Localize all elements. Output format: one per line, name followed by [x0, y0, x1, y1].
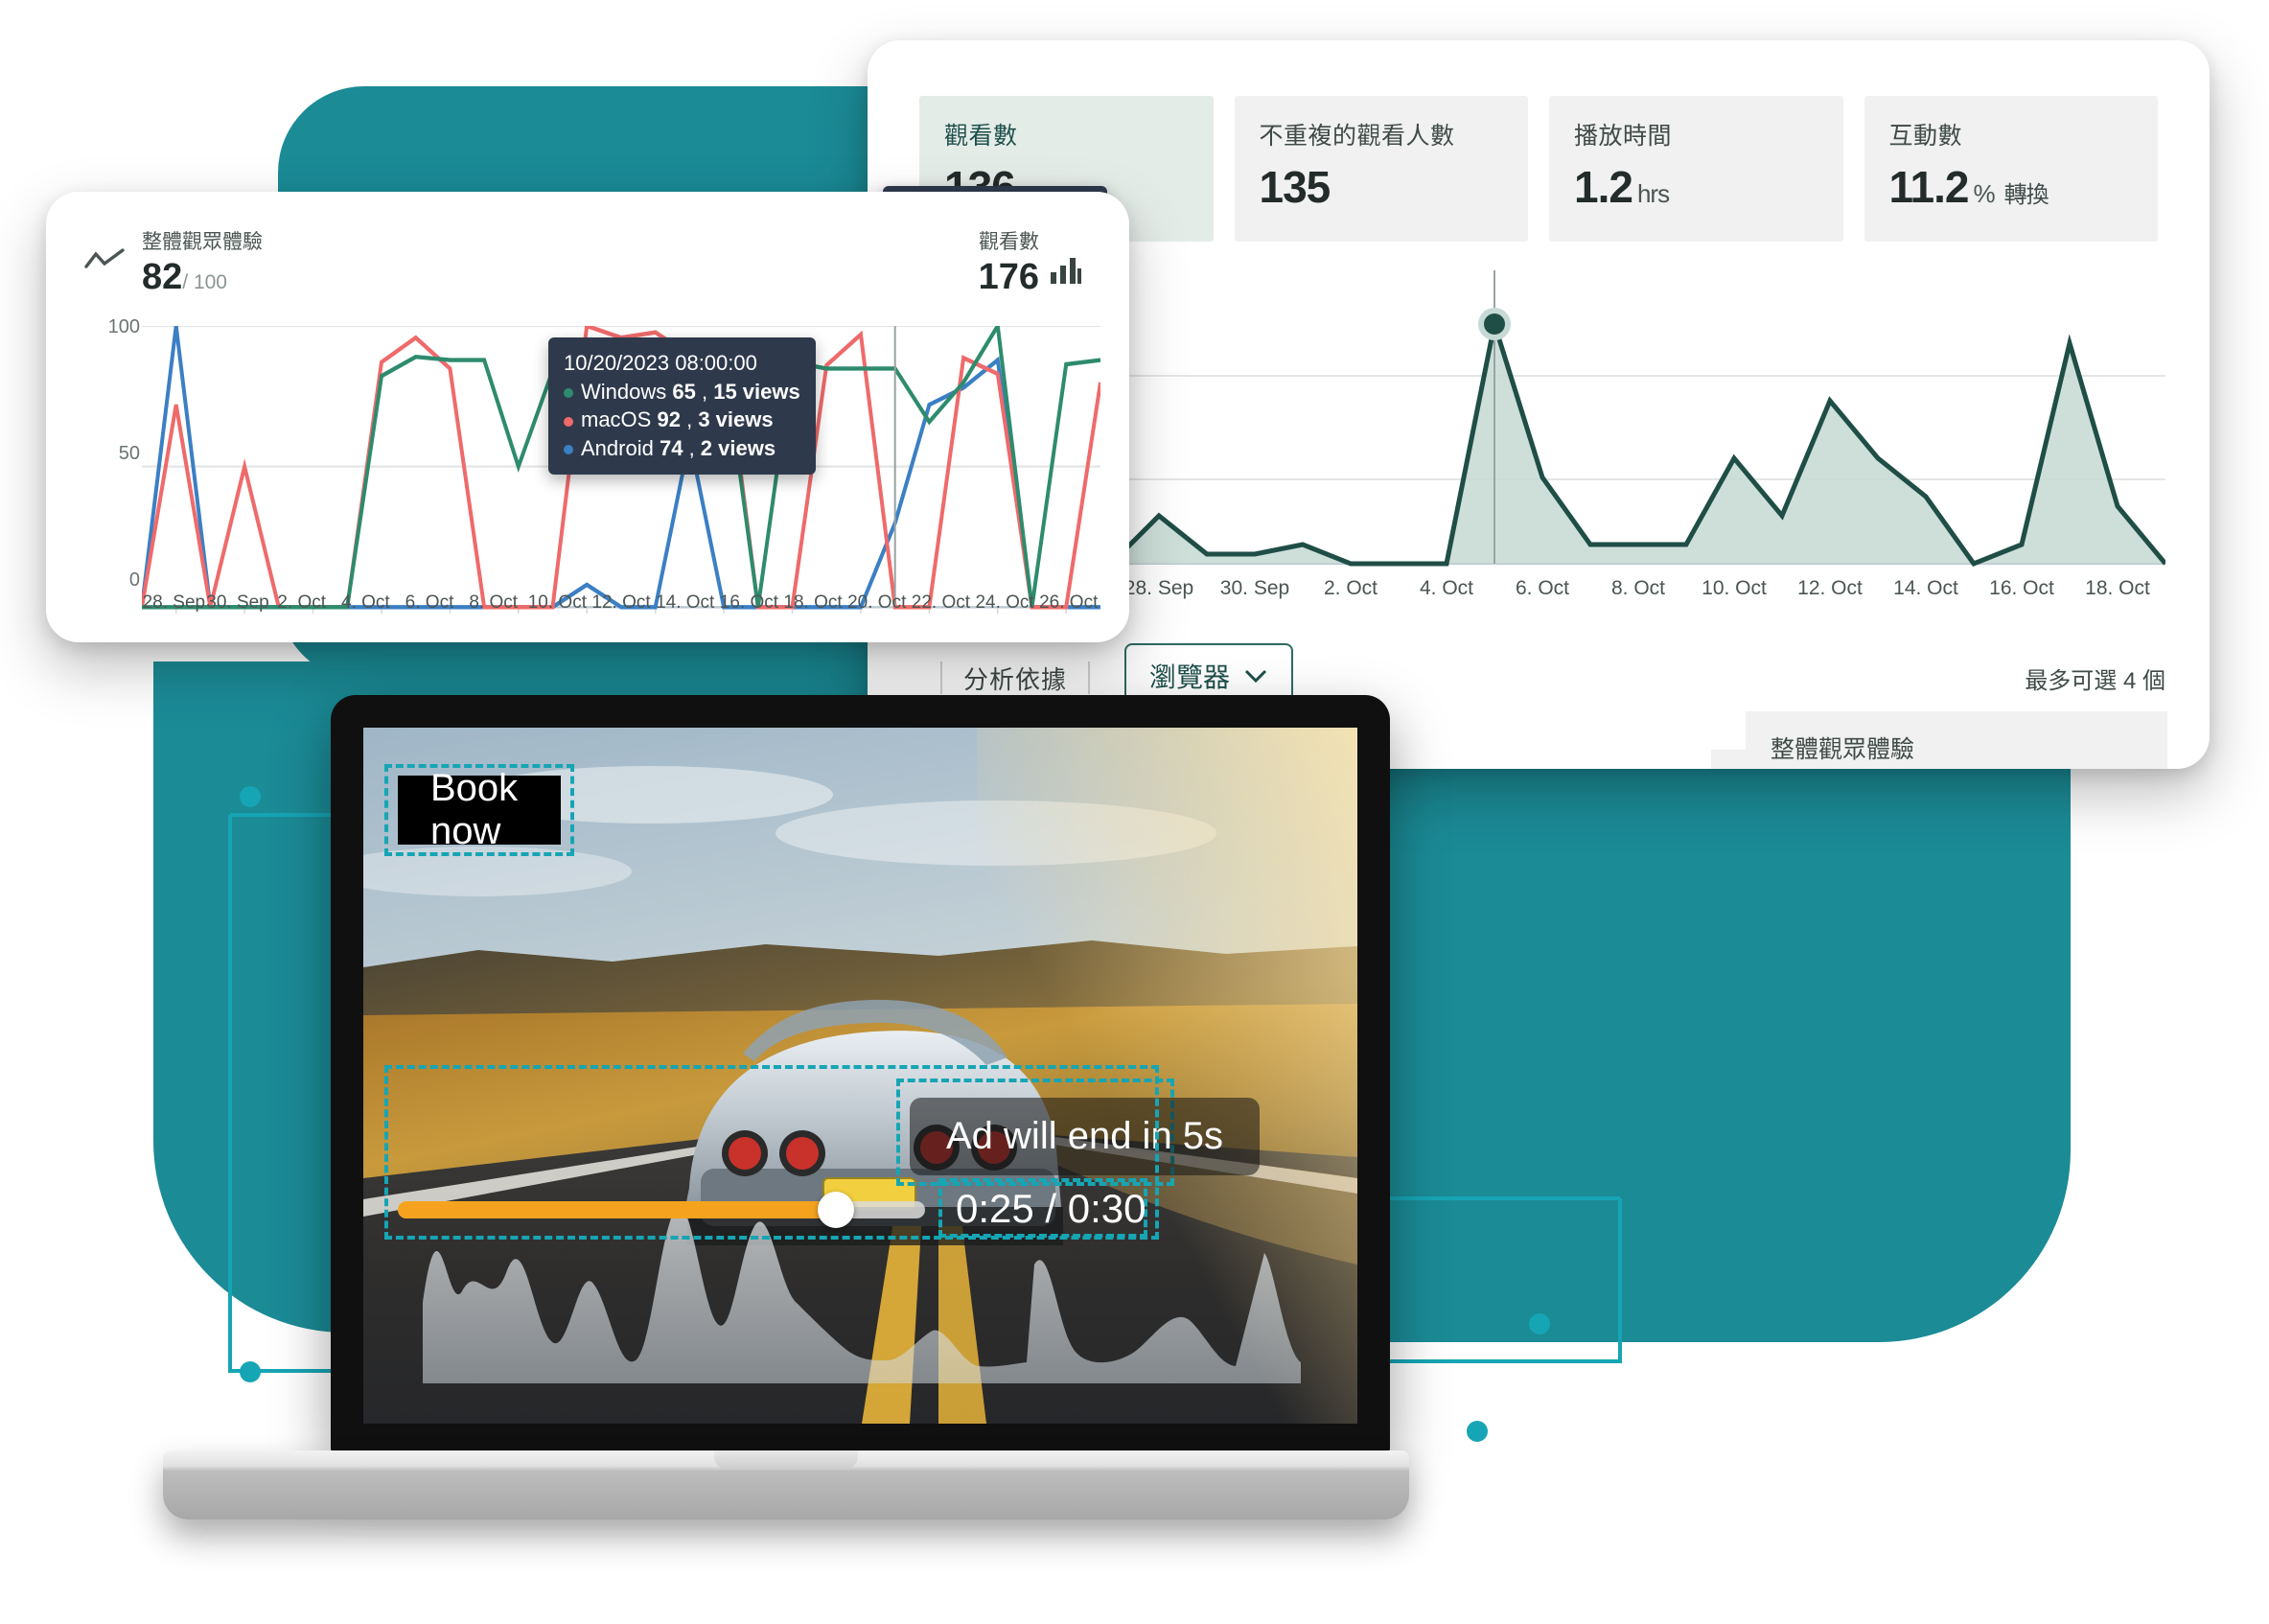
x-tick: 8. Oct: [1610, 577, 1666, 599]
series-score: 74: [659, 436, 683, 461]
book-now-button[interactable]: Book now: [398, 767, 561, 852]
x-tick: 6. Oct: [1515, 577, 1570, 599]
linechart-tooltip: 10/20/2023 08:00:00 Windows 65 , 15 view…: [548, 337, 816, 475]
linechart-header: 整體觀眾體驗 82/ 100 觀看數 176: [46, 192, 1129, 298]
kpi-card-unique-viewers[interactable]: 不重複的觀看人數 135: [1234, 96, 1528, 242]
x-tick: 28. Sep: [142, 592, 206, 613]
kpi-card-engagement[interactable]: 互動數 11.2% 轉換: [1864, 96, 2158, 242]
laptop-mockup: Book now Ad will end in 5s 0:25 / 0:30: [163, 695, 1409, 1539]
linechart-x-axis: 28. Sep 30. Sep 2. Oct 4. Oct 6. Oct 8. …: [142, 592, 1100, 614]
kpi-card-playtime[interactable]: 播放時間 1.2 hrs: [1549, 96, 1843, 242]
x-tick: 12. Oct: [591, 592, 651, 613]
linechart-left-metric: 整體觀眾體驗 82/ 100: [142, 226, 263, 298]
x-tick: 26. Oct: [1039, 592, 1099, 613]
series-name: Android: [581, 436, 654, 461]
series-score: 92: [657, 407, 681, 432]
x-tick: 10. Oct: [527, 592, 587, 613]
max-selection-note: 最多可選 4 個: [2025, 667, 2165, 694]
video-progress-bar[interactable]: [398, 1192, 925, 1228]
y-tick: 100: [107, 316, 140, 337]
laptop-base: [163, 1450, 1409, 1520]
video-progress-fill: [398, 1201, 836, 1218]
series-views: 15 views: [713, 379, 800, 404]
tooltip-row-macos: macOS 92 , 3 views: [564, 406, 800, 434]
linechart-y-axis: 100 50 0: [94, 316, 140, 591]
x-tick: 14. Oct: [1893, 577, 1958, 599]
x-tick: 4. Oct: [1419, 577, 1474, 599]
kpi-value: 135: [1259, 162, 1331, 212]
x-tick: 30. Sep: [1219, 577, 1290, 599]
x-tick: 18. Oct: [2085, 577, 2150, 599]
bar-chart-icon: [1049, 253, 1083, 298]
filter-group-label: 分析依據: [963, 664, 1068, 694]
x-tick: 24. Oct: [975, 592, 1034, 613]
laptop-notch: [714, 1450, 858, 1470]
x-tick: 20. Oct: [847, 592, 907, 613]
laptop-lid: Book now Ad will end in 5s 0:25 / 0:30: [331, 695, 1390, 1452]
x-tick: 30. Sep: [206, 592, 269, 613]
callout-dot-cta: [240, 786, 261, 807]
video-progress-handle[interactable]: [817, 1192, 854, 1228]
video-player-screen[interactable]: Book now Ad will end in 5s 0:25 / 0:30: [363, 728, 1357, 1424]
metric-denominator: / 100: [182, 271, 227, 293]
series-name: Windows: [581, 379, 667, 404]
series-dot-android: [564, 445, 573, 455]
x-tick: 14. Oct: [656, 592, 715, 613]
y-tick: 0: [128, 569, 140, 591]
chevron-down-icon: [1244, 669, 1267, 684]
kpi-label: 觀看數: [944, 123, 1018, 150]
experience-linechart-card: 整體觀眾體驗 82/ 100 觀看數 176 100 50 0 10/20/20…: [46, 192, 1129, 642]
callout-dot-time: [1467, 1421, 1488, 1442]
callout-dot-ad-notice: [1529, 1313, 1550, 1334]
trendline-icon: [84, 247, 125, 277]
x-tick: 10. Oct: [1702, 577, 1767, 599]
x-tick: 18. Oct: [783, 592, 843, 613]
x-tick: 4. Oct: [341, 592, 390, 613]
experience-score-panel: 整體觀眾體驗 84 / 100 分數 回放成功 93 啟動時間 83: [1746, 711, 2167, 769]
series-dot-windows: [564, 387, 573, 398]
series-name: macOS: [581, 407, 652, 432]
kpi-value: 1.2 hrs: [1574, 162, 1670, 212]
tooltip-row-windows: Windows 65 , 15 views: [564, 378, 800, 406]
linechart-right-metric: 觀看數 176: [979, 226, 1083, 298]
x-tick: 22. Oct: [911, 592, 971, 613]
x-tick: 6. Oct: [405, 592, 454, 613]
y-tick: 50: [118, 443, 140, 464]
divider: [1088, 661, 1091, 694]
x-tick: 2. Oct: [277, 592, 327, 613]
kpi-value: 11.2% 轉換: [1888, 162, 2049, 212]
series-views: 3 views: [698, 407, 774, 432]
kpi-unit: %: [1973, 179, 1996, 208]
kpi-label: 播放時間: [1574, 123, 1673, 150]
overall-experience-card: 整體觀眾體驗 84 / 100: [1746, 711, 2167, 769]
divider: [940, 661, 942, 694]
dimension-dropdown-label: 瀏覽器: [1149, 662, 1231, 692]
metric-value: 176: [978, 257, 1039, 297]
x-tick: 2. Oct: [1323, 577, 1378, 599]
series-dot-macos: [564, 416, 573, 427]
series-views: 2 views: [700, 436, 776, 461]
kpi-label: 互動數: [1888, 123, 1963, 150]
tooltip-row-android: Android 74 , 2 views: [564, 434, 800, 463]
page-root: 觀看數 136 不重複的觀看人數 135 播放時間 1.2hrs 互動數 11.…: [0, 0, 2269, 1624]
metric-label: 整體觀眾體驗: [142, 231, 263, 253]
metric-label: 觀看數: [979, 231, 1039, 253]
video-time-display: 0:25 / 0:30: [956, 1186, 1146, 1231]
x-tick: 8. Oct: [469, 592, 519, 613]
callout-dot-controls: [240, 1361, 261, 1382]
kpi-sublabel: 轉換: [2003, 182, 2049, 208]
kpi-label: 不重複的觀看人數: [1259, 123, 1455, 150]
x-tick: 16. Oct: [1989, 577, 2054, 599]
series-score: 65: [672, 379, 696, 404]
metric-value: 82/ 100: [142, 257, 227, 297]
tooltip-timestamp: 10/20/2023 08:00:00: [564, 351, 757, 375]
x-tick: 16. Oct: [719, 592, 778, 613]
x-tick: 12. Oct: [1797, 577, 1863, 599]
overall-experience-label: 整體觀眾體驗: [1771, 736, 1915, 763]
book-now-label: Book now: [430, 767, 519, 852]
kpi-unit: hrs: [1636, 179, 1670, 208]
